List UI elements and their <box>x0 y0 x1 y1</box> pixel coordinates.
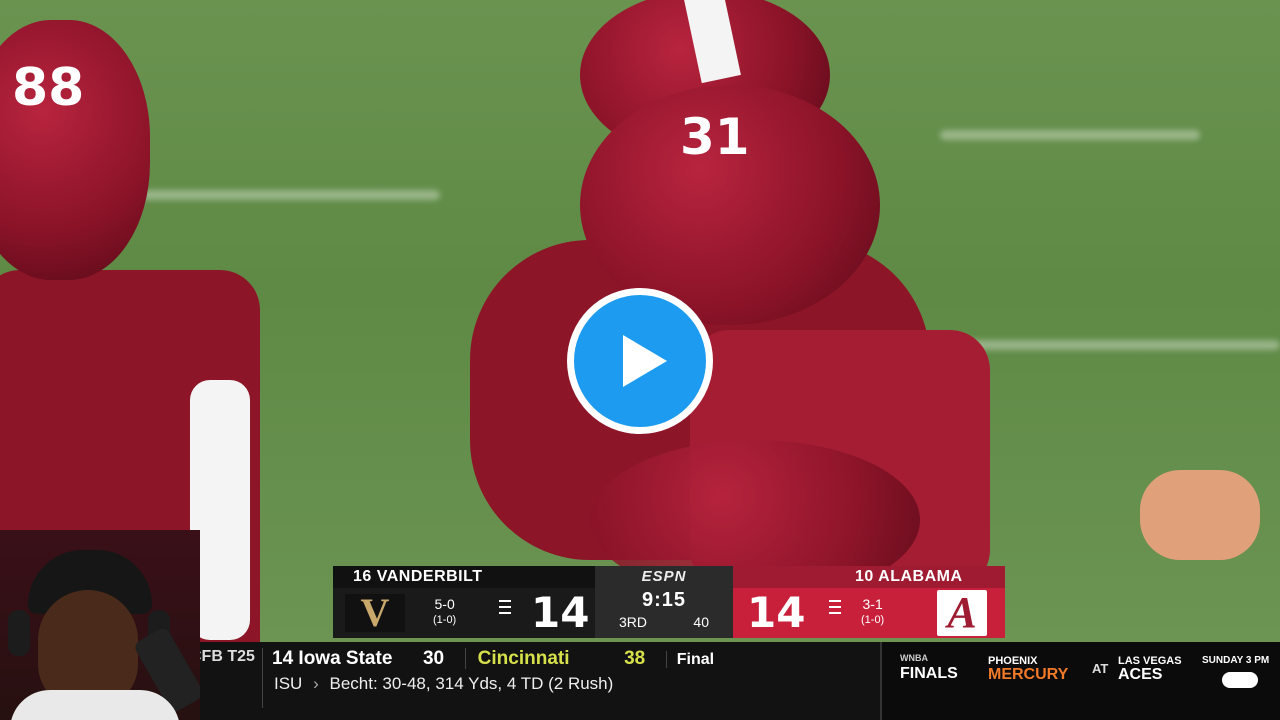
home-record: 3-1 (1-0) <box>861 596 885 626</box>
promo-at: AT <box>1092 661 1109 676</box>
helmet-number: 88 <box>12 58 85 118</box>
streamer-shirt <box>10 690 180 720</box>
play-icon-circle <box>574 295 706 427</box>
promo-team2: LAS VEGAS ACES <box>1118 655 1182 683</box>
ticker-score1: 30 <box>422 648 445 669</box>
play-clock: 40 <box>693 614 709 630</box>
ticker-team2: Cincinnati <box>464 648 570 669</box>
away-team-name-bar: 16 VANDERBILT <box>333 566 595 588</box>
away-record: 5-0 (1-0) <box>433 596 457 626</box>
alabama-logo-icon: A <box>937 590 987 636</box>
away-score: 14 <box>531 588 590 637</box>
away-team-panel: V 5-0 (1-0) 14 <box>333 588 595 638</box>
network-logo-icon <box>1222 672 1258 688</box>
ticker-team1: 14 Iowa State <box>272 648 393 669</box>
yard-line <box>140 190 440 200</box>
home-team-panel: 14 3-1 (1-0) A <box>733 588 1005 638</box>
ticker-detail-team: ISU <box>274 674 303 693</box>
network-logo: ESPN <box>641 568 687 585</box>
ticker-game: 14 Iowa State 30 Cincinnati 38 Final <box>272 648 715 670</box>
ticker-detail-text: Becht: 30-48, 314 Yds, 4 TD (2 Rush) <box>329 674 614 693</box>
ticker-divider <box>262 648 263 708</box>
away-timeouts <box>499 600 511 618</box>
scorebug: 16 VANDERBILT V 5-0 (1-0) 14 ESPN 9:15 3… <box>333 566 1005 642</box>
play-button[interactable] <box>567 288 713 434</box>
game-clock: 9:15 <box>641 589 687 611</box>
promo-team1: PHOENIX MERCURY <box>988 655 1069 683</box>
yard-line <box>940 130 1200 140</box>
ticker-score2: 38 <box>624 648 646 669</box>
away-conf-record: (1-0) <box>433 614 457 626</box>
home-team-name-bar: 10 ALABAMA <box>733 566 1005 588</box>
quarter: 3RD <box>619 614 648 630</box>
streamer-webcam <box>0 530 200 720</box>
home-rank: 10 <box>855 568 874 585</box>
away-rank: 16 <box>353 568 372 585</box>
promo-time: SUNDAY 3 PM <box>1202 655 1270 666</box>
headphone-icon <box>8 610 30 656</box>
away-name: VANDERBILT <box>376 568 483 585</box>
wnba-finals-logo: WNBA FINALS <box>900 653 958 682</box>
ticker-detail: ISU › Becht: 30-48, 314 Yds, 4 TD (2 Rus… <box>274 674 613 694</box>
home-timeouts <box>829 600 841 618</box>
play-icon <box>623 335 667 387</box>
ticker-status: Final <box>665 651 715 668</box>
promo-panel: WNBA FINALS PHOENIX MERCURY AT LAS VEGAS… <box>880 642 1280 720</box>
bottom-ticker: CFB T25 14 Iowa State 30 Cincinnati 38 F… <box>190 642 1280 720</box>
home-name: ALABAMA <box>878 568 963 585</box>
player-hand <box>1140 470 1260 560</box>
home-score: 14 <box>747 588 806 637</box>
vanderbilt-logo-icon: V <box>345 593 405 633</box>
chevron-right-icon: › <box>313 674 319 693</box>
ticker-scores: CFB T25 14 Iowa State 30 Cincinnati 38 F… <box>190 642 880 720</box>
game-clock-panel: ESPN 9:15 3RD 40 <box>595 566 733 638</box>
helmet-number: 31 <box>680 108 750 166</box>
home-conf-record: (1-0) <box>861 614 885 626</box>
